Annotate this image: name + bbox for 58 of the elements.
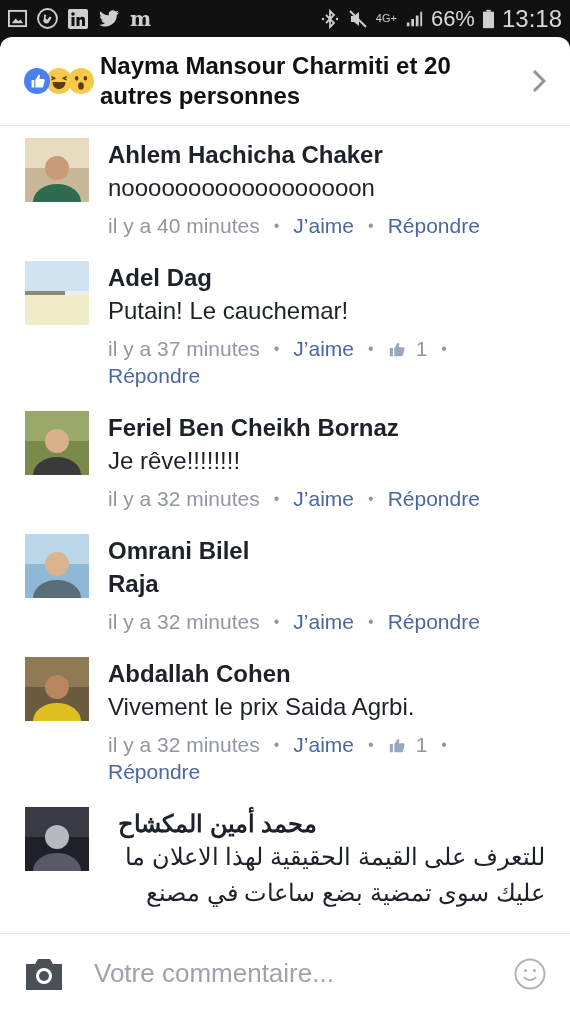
image-icon [8, 9, 27, 28]
like-link[interactable]: J’aime [293, 335, 355, 362]
commenter-name[interactable]: Adel Dag [108, 263, 550, 293]
comment-text: Putain! Le cauchemar! [108, 296, 350, 326]
reactions-summary[interactable]: Nayma Mansour Charmiti et 20 autres personnes [100, 51, 520, 111]
reply-link[interactable]: Répondre [387, 212, 480, 239]
separator-dot: • [272, 489, 281, 509]
commenter-name[interactable]: Feriel Ben Cheikh Bornaz [108, 413, 550, 443]
bird-icon [98, 9, 120, 28]
separator-dot: • [272, 735, 281, 755]
muted-speaker-icon [347, 8, 368, 29]
reply-link[interactable]: Répondre [108, 362, 201, 389]
notification-glyph: m [130, 8, 152, 29]
like-count: 1 [415, 336, 428, 362]
comment-text: عليك سوى تمضية بضع ساعات في مصنع [146, 878, 545, 909]
battery-level: 66% [430, 5, 475, 33]
like-link[interactable]: J’aime [293, 608, 355, 635]
camera-icon[interactable] [24, 957, 64, 990]
battery-icon [482, 8, 494, 29]
comment-text: Vivement le prix Saida Agrbi. [108, 692, 416, 722]
comment-input[interactable]: Votre commentaire... [94, 954, 484, 993]
linkedin-icon [68, 8, 88, 29]
reply-link[interactable]: Répondre [387, 485, 480, 512]
separator-dot: • [440, 735, 448, 755]
separator-dot: • [272, 216, 281, 236]
network-type: 4G+ [375, 13, 397, 24]
separator-dot: • [367, 216, 375, 236]
commenter-name[interactable]: Omrani Bilel [108, 536, 550, 566]
comment-time: il y a 32 minutes [108, 732, 260, 758]
comment-text: Raja [108, 569, 160, 599]
chevron-right-icon[interactable] [532, 69, 546, 93]
signal-icon [404, 9, 423, 28]
like-link[interactable]: J’aime [293, 731, 355, 758]
comment-text: noooooooooooooooooon [108, 173, 376, 203]
separator-dot: • [367, 339, 375, 359]
like-link[interactable]: J’aime [293, 485, 355, 512]
comment-text: Je rêve!!!!!!!! [108, 446, 242, 476]
like-count: 1 [415, 732, 428, 758]
separator-dot: • [272, 339, 281, 359]
clock: 13:18 [501, 3, 562, 34]
commenter-name[interactable]: Abdallah Cohen [108, 659, 550, 689]
commenter-name[interactable]: Ahlem Hachicha Chaker [108, 140, 550, 170]
comment-text: للتعرف على القيمة الحقيقية لهذا الاعلان ما [125, 842, 545, 873]
separator-dot: • [440, 339, 448, 359]
separator-dot: • [367, 489, 375, 509]
comment-time: il y a 32 minutes [108, 609, 260, 635]
separator-dot: • [272, 612, 281, 632]
smiley-icon[interactable] [514, 957, 546, 990]
phone-circle-icon [37, 8, 58, 29]
separator-dot: • [367, 735, 375, 755]
bluetooth-icon [319, 8, 340, 29]
separator-dot: • [367, 612, 375, 632]
reply-link[interactable]: Répondre [108, 758, 201, 785]
comment-time: il y a 32 minutes [108, 486, 260, 512]
reply-link[interactable]: Répondre [387, 608, 480, 635]
like-link[interactable]: J’aime [293, 212, 355, 239]
comment-time: il y a 37 minutes [108, 336, 260, 362]
comment-time: il y a 40 minutes [108, 213, 260, 239]
